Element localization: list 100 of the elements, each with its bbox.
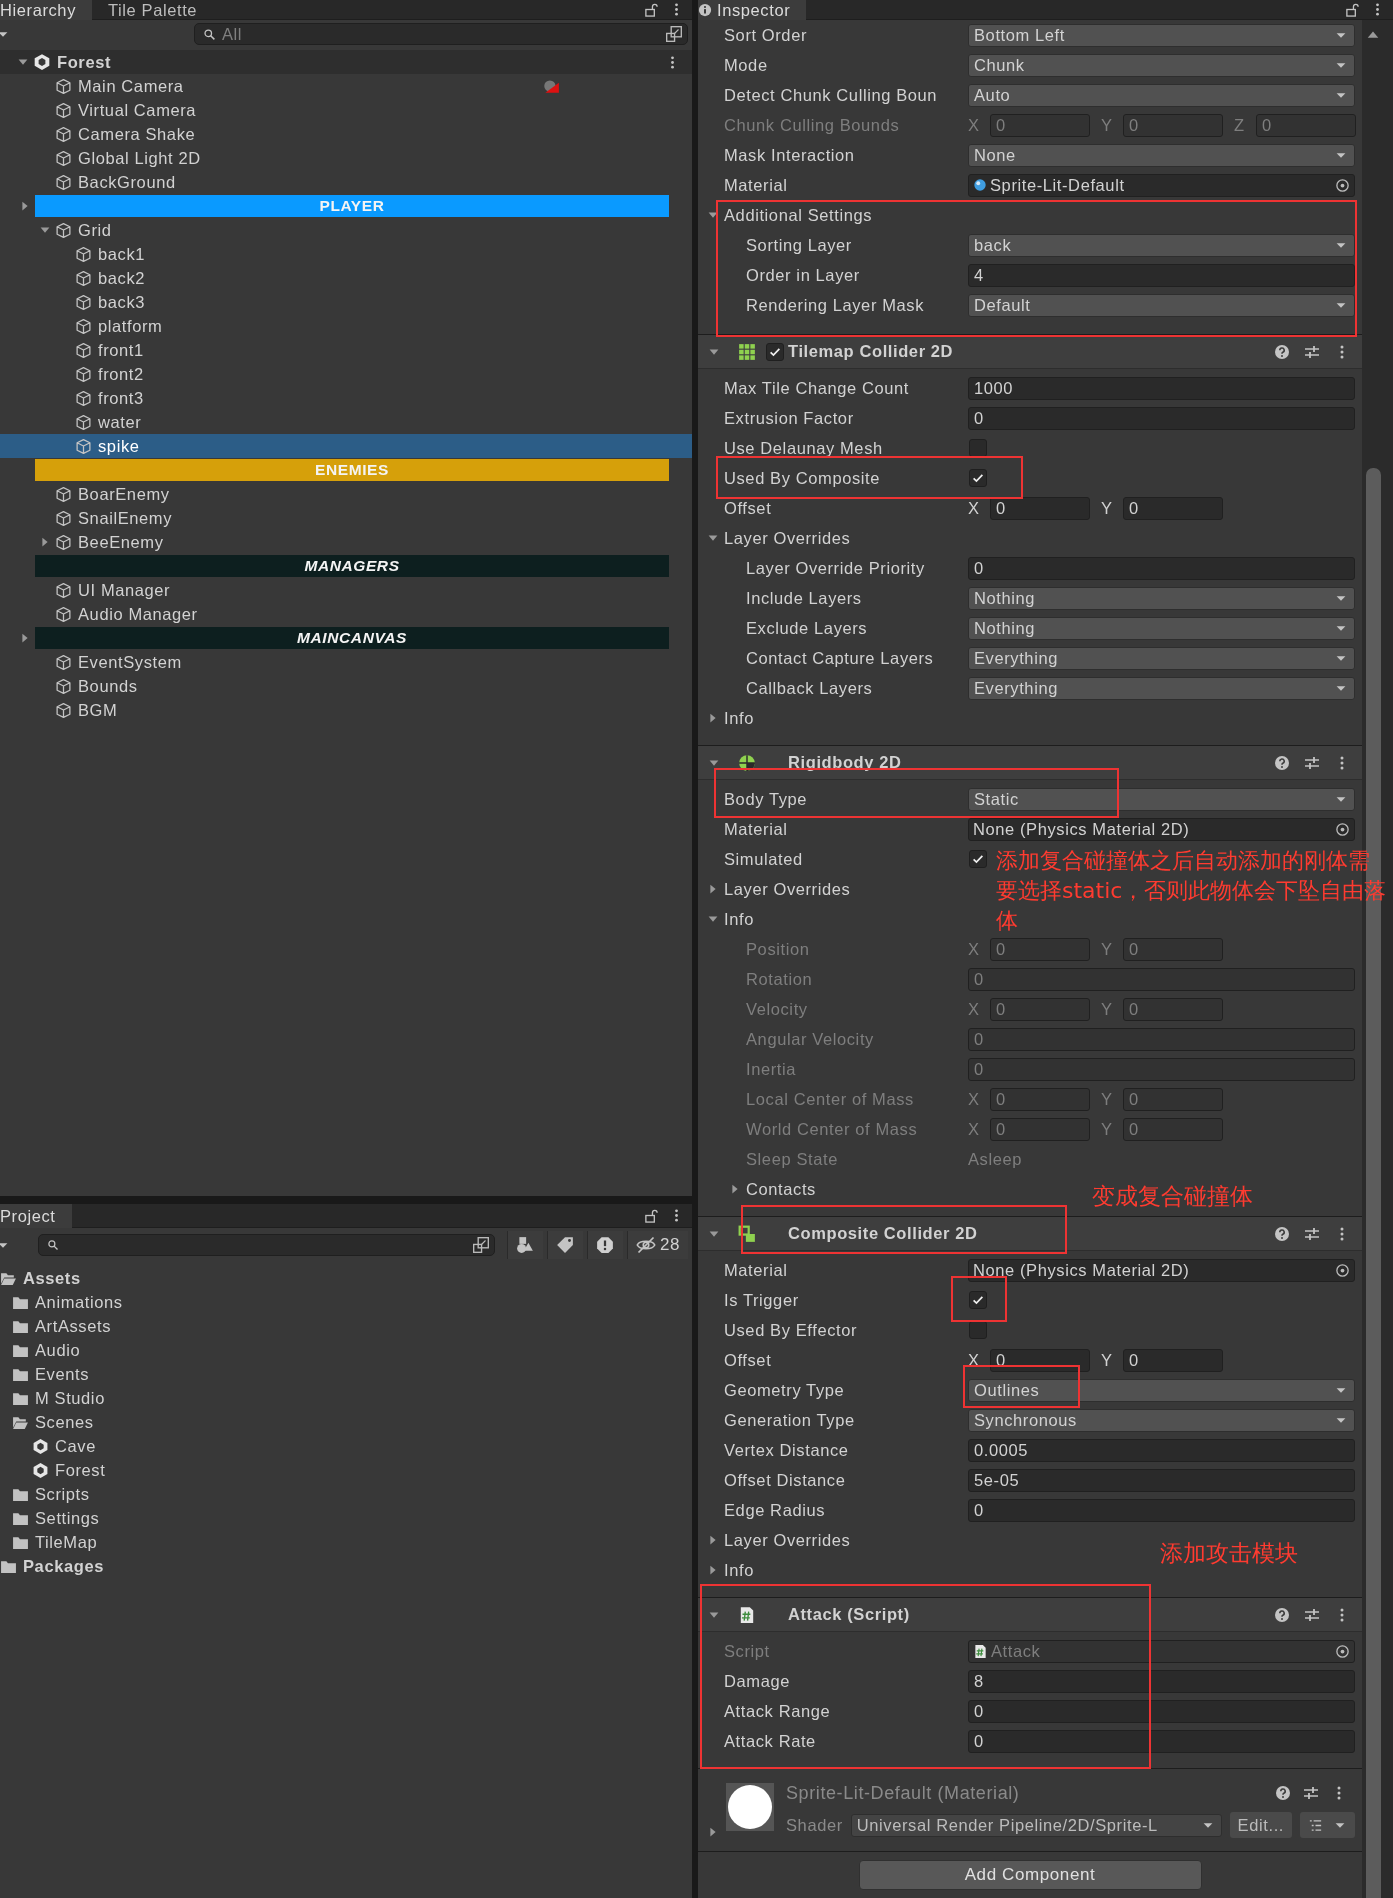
dropdown[interactable]: Chunk (968, 53, 1355, 77)
checkbox[interactable] (969, 439, 987, 457)
filter-by-type-button[interactable] (506, 1231, 543, 1259)
presets-icon[interactable] (1303, 1785, 1319, 1801)
input-field[interactable]: 8 (968, 1669, 1355, 1693)
hierarchy-item[interactable]: Audio Manager (0, 602, 692, 626)
hierarchy-item[interactable]: Bounds (0, 674, 692, 698)
input-field[interactable]: 1000 (968, 376, 1355, 400)
dropdown[interactable]: back (968, 233, 1355, 257)
dropdown[interactable]: Everything (968, 676, 1355, 700)
input-field[interactable]: 0 (968, 1729, 1355, 1753)
input-field[interactable]: 0.0005 (968, 1438, 1355, 1462)
hierarchy-item[interactable]: platform (0, 314, 692, 338)
hierarchy-item[interactable]: UI Manager (0, 578, 692, 602)
project-item[interactable]: Animations (0, 1290, 692, 1314)
foldout[interactable]: Info (706, 909, 754, 929)
hierarchy-item[interactable]: front2 (0, 362, 692, 386)
hidden-count-button[interactable]: 28 (626, 1231, 688, 1259)
component-header[interactable]: Composite Collider 2D (698, 1217, 1362, 1251)
dropdown[interactable]: Outlines (968, 1378, 1355, 1402)
presets-icon[interactable] (1304, 1606, 1320, 1623)
project-item[interactable]: Forest (0, 1458, 692, 1482)
add-component-button[interactable]: Add Component (858, 1860, 1202, 1890)
input-field[interactable]: 5e-05 (968, 1468, 1355, 1492)
checkbox[interactable] (969, 850, 987, 868)
foldout[interactable]: Layer Overrides (706, 879, 851, 899)
foldout[interactable]: Info (706, 708, 754, 728)
tab[interactable]: Project (0, 1204, 72, 1228)
group-header[interactable]: MANAGERS (35, 555, 669, 577)
hierarchy-item[interactable]: Virtual Camera (0, 98, 692, 122)
input-field[interactable]: 0 (990, 496, 1090, 520)
hierarchy-item[interactable]: BackGround (0, 170, 692, 194)
project-item[interactable]: TileMap (0, 1530, 692, 1554)
component-header[interactable]: Attack (Script) (698, 1598, 1362, 1632)
dropdown[interactable]: Nothing (968, 616, 1355, 640)
presets-icon[interactable] (1304, 1225, 1320, 1242)
group-header[interactable]: MAINCANVAS (35, 627, 669, 649)
help-icon[interactable] (1274, 343, 1290, 360)
project-item[interactable]: Scripts (0, 1482, 692, 1506)
help-icon[interactable] (1275, 1785, 1291, 1801)
tab[interactable]: Inspector (698, 0, 807, 20)
foldout[interactable]: Layer Overrides (706, 1530, 851, 1550)
project-item[interactable]: Packages (0, 1554, 692, 1578)
list-dropdown-button[interactable] (1300, 1812, 1355, 1838)
dropdown[interactable]: Auto (968, 83, 1355, 107)
log-filter-button[interactable] (586, 1231, 623, 1259)
project-item[interactable]: Cave (0, 1434, 692, 1458)
input-field[interactable]: 4 (968, 263, 1355, 287)
project-item[interactable]: ArtAssets (0, 1314, 692, 1338)
dropdown[interactable]: Static (968, 787, 1355, 811)
popout-icon[interactable] (665, 25, 683, 43)
dropdown[interactable]: None (968, 143, 1355, 167)
hierarchy-item[interactable]: Camera Shake (0, 122, 692, 146)
hierarchy-item[interactable]: water (0, 410, 692, 434)
hierarchy-item[interactable]: SnailEnemy (0, 506, 692, 530)
help-icon[interactable] (1274, 1606, 1290, 1623)
hierarchy-item[interactable]: EventSystem (0, 650, 692, 674)
checkbox[interactable] (969, 469, 987, 487)
project-item[interactable]: Audio (0, 1338, 692, 1362)
hierarchy-item[interactable]: Main Camera (0, 74, 692, 98)
lock-icon[interactable] (1345, 2, 1360, 17)
dropdown[interactable]: Bottom Left (968, 23, 1355, 47)
hierarchy-item[interactable]: front1 (0, 338, 692, 362)
input-field[interactable]: 0 (968, 1498, 1355, 1522)
hierarchy-item[interactable]: back2 (0, 266, 692, 290)
dropdown[interactable]: Nothing (968, 586, 1355, 610)
tab[interactable]: Hierarchy (0, 0, 92, 20)
input-field[interactable]: 0 (968, 1699, 1355, 1723)
project-item[interactable]: Scenes (0, 1410, 692, 1434)
hierarchy-item[interactable]: BGM (0, 698, 692, 722)
dropdown[interactable]: Default (968, 293, 1355, 317)
project-item[interactable]: M Studio (0, 1386, 692, 1410)
dropdown[interactable]: Everything (968, 646, 1355, 670)
enable-checkbox[interactable] (766, 342, 784, 361)
object-picker-icon[interactable] (1335, 177, 1350, 193)
dropdown[interactable]: Synchronous (968, 1408, 1355, 1432)
object-field[interactable]: None (Physics Material 2D) (968, 1258, 1355, 1282)
tab[interactable]: Tile Palette (92, 0, 214, 20)
lock-icon[interactable] (644, 2, 659, 17)
project-item[interactable]: Settings (0, 1506, 692, 1530)
object-field[interactable]: Sprite-Lit-Default (968, 173, 1355, 197)
object-picker-icon[interactable] (1335, 821, 1350, 837)
help-icon[interactable] (1274, 1225, 1290, 1242)
presets-icon[interactable] (1304, 343, 1320, 360)
project-item[interactable]: Events (0, 1362, 692, 1386)
foldout[interactable]: Contacts (728, 1179, 816, 1199)
help-icon[interactable] (1274, 754, 1290, 771)
input-field[interactable]: 0 (1123, 496, 1223, 520)
input-field[interactable]: 0 (1123, 1348, 1223, 1372)
edit-button[interactable]: Edit... (1229, 1812, 1292, 1838)
shader-dropdown[interactable]: Universal Render Pipeline/2D/Sprite-L (850, 1813, 1222, 1837)
hierarchy-item[interactable]: spike (0, 434, 692, 458)
hierarchy-item[interactable]: back3 (0, 290, 692, 314)
object-picker-icon[interactable] (1335, 1262, 1350, 1278)
scene-header[interactable]: Forest (0, 50, 692, 74)
hierarchy-item[interactable]: BeeEnemy (0, 530, 692, 554)
object-field[interactable]: None (Physics Material 2D) (968, 817, 1355, 841)
foldout[interactable]: Additional Settings (706, 205, 873, 225)
hierarchy-item[interactable]: BoarEnemy (0, 482, 692, 506)
lock-icon[interactable] (644, 1208, 659, 1223)
